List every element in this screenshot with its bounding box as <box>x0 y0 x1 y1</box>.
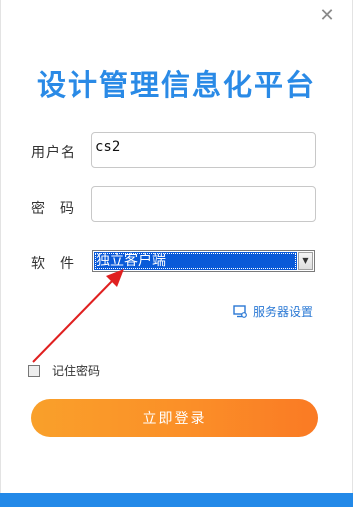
annotation-arrow-line <box>32 277 116 363</box>
annotation-arrow-overlay <box>32 269 124 363</box>
